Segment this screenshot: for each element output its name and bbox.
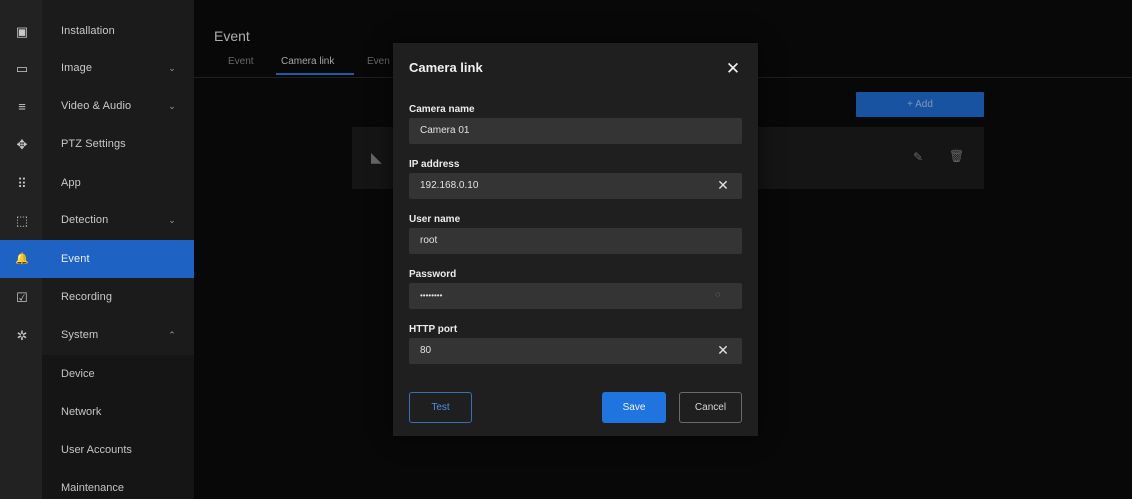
sidebar-subitem-label: Device (61, 368, 95, 380)
sidebar-subitem-maintenance[interactable]: Maintenance (42, 469, 194, 499)
close-icon[interactable]: ✕ (723, 59, 743, 79)
sidebar-subitem-user-accounts[interactable]: User Accounts (42, 431, 194, 469)
clear-icon[interactable]: ✕ (715, 177, 731, 193)
chevron-down-icon[interactable]: ⌄ (166, 62, 178, 74)
sidebar-item-app[interactable]: ⠿ App (0, 164, 194, 202)
user-name-input[interactable]: root (409, 228, 742, 254)
ptz-icon: ✥ (16, 136, 28, 152)
sidebar-item-recording[interactable]: ☑ Recording (0, 278, 194, 316)
sidebar-subitem-label: Maintenance (61, 482, 124, 494)
camera-name-input[interactable]: Camera 01 (409, 118, 742, 144)
cancel-button[interactable]: Cancel (679, 392, 742, 423)
clear-icon[interactable]: ✕ (715, 342, 731, 358)
sidebar-item-label: App (61, 177, 81, 189)
sidebar-item-video-audio[interactable]: ≡ Video & Audio ⌄ (0, 87, 194, 125)
sidebar-item-event[interactable]: 🔔 Event (0, 240, 194, 278)
save-button[interactable]: Save (602, 392, 666, 423)
password-value: •••••••• (420, 291, 443, 300)
gear-icon: ✲ (16, 327, 28, 343)
sidebar-subitem-label: Network (61, 406, 102, 418)
bell-icon: 🔔 (15, 252, 29, 265)
chevron-up-icon[interactable]: ⌃ (166, 329, 178, 341)
sidebar-item-label: Video & Audio (61, 100, 132, 112)
camera-name-value: Camera 01 (420, 125, 470, 136)
sidebar-item-ptz-settings[interactable]: ✥ PTZ Settings (0, 125, 194, 163)
sidebar-item-label: Installation (61, 25, 115, 37)
sidebar-subitem-label: User Accounts (61, 444, 132, 456)
sidebar-subitem-network[interactable]: Network (42, 393, 194, 431)
dialog-title: Camera link (409, 60, 483, 75)
sidebar-item-label: PTZ Settings (61, 138, 126, 150)
password-input[interactable]: •••••••• ◌ (409, 283, 742, 309)
ip-address-input[interactable]: 192.168.0.10 ✕ (409, 173, 742, 199)
http-port-input[interactable]: 80 ✕ (409, 338, 742, 364)
http-port-value: 80 (420, 345, 432, 356)
test-button[interactable]: Test (409, 392, 472, 423)
video-audio-icon: ≡ (18, 98, 26, 114)
sidebar: ▣ Installation ▭ Image ⌄ ≡ Video & Audio… (0, 0, 194, 499)
image-icon: ▭ (15, 60, 29, 76)
sidebar-item-detection[interactable]: ⬚ Detection ⌄ (0, 201, 194, 239)
eye-hidden-icon[interactable]: ◌ (715, 289, 720, 299)
sidebar-item-label: Image (61, 62, 93, 74)
chevron-down-icon[interactable]: ⌄ (166, 214, 178, 226)
http-port-label: HTTP port (409, 324, 458, 335)
camera-name-label: Camera name (409, 104, 475, 115)
password-label: Password (409, 269, 457, 280)
sidebar-item-image[interactable]: ▭ Image ⌄ (0, 49, 194, 87)
chevron-down-icon[interactable]: ⌄ (166, 100, 178, 112)
sidebar-item-installation[interactable]: ▣ Installation (0, 12, 194, 50)
sidebar-item-label: Recording (61, 291, 113, 303)
sidebar-item-label: System (61, 329, 99, 341)
sidebar-item-label: Detection (61, 214, 109, 226)
ip-address-label: IP address (409, 159, 460, 170)
sidebar-subitem-device[interactable]: Device (42, 355, 194, 393)
app-window: ▣ Installation ▭ Image ⌄ ≡ Video & Audio… (0, 0, 1132, 499)
user-name-value: root (420, 235, 438, 246)
user-name-label: User name (409, 214, 461, 225)
sidebar-item-label: Event (61, 253, 90, 265)
sidebar-item-system[interactable]: ✲ System ⌃ (0, 316, 194, 354)
detection-icon: ⬚ (15, 212, 29, 228)
camera-link-dialog: Camera link ✕ Camera name Camera 01 IP a… (393, 43, 758, 436)
ip-address-value: 192.168.0.10 (420, 180, 479, 191)
recording-icon: ☑ (16, 289, 28, 305)
apps-grid-icon: ⠿ (17, 175, 27, 191)
camera-icon: ▣ (15, 23, 29, 39)
